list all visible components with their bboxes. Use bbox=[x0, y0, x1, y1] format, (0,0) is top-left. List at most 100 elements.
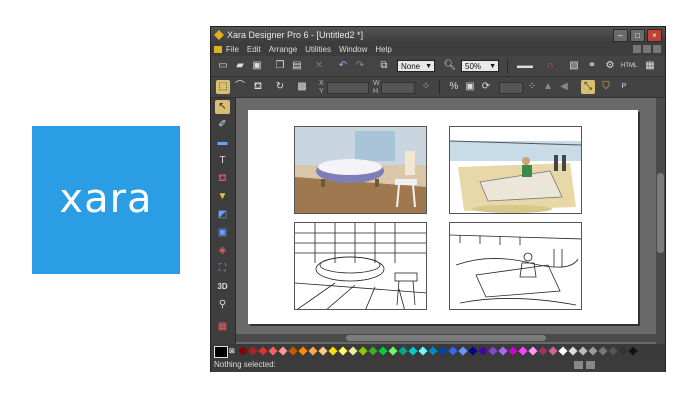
beach-color-image[interactable] bbox=[449, 126, 582, 214]
menu-edit[interactable]: Edit bbox=[246, 43, 262, 56]
zoom-dropdown[interactable]: 50% ▼ bbox=[461, 60, 499, 72]
link-icon[interactable]: ⚭ bbox=[585, 59, 599, 73]
new-document-icon[interactable]: ▭ bbox=[216, 59, 230, 73]
transform-icon[interactable]: ⤡ bbox=[581, 80, 595, 94]
rotation-icon[interactable]: ⟳ bbox=[479, 80, 493, 94]
position-field[interactable] bbox=[327, 82, 369, 94]
palette-swatch[interactable] bbox=[378, 346, 388, 356]
palette-swatch[interactable] bbox=[368, 346, 378, 356]
copy-icon[interactable]: ❐ bbox=[273, 59, 287, 73]
title-bar[interactable]: Xara Designer Pro 6 - [Untitled2 *] – □ … bbox=[211, 27, 665, 43]
document-page[interactable] bbox=[248, 110, 638, 324]
palette-swatch[interactable] bbox=[558, 346, 568, 356]
zoom-icon[interactable]: 🔍︎ bbox=[443, 59, 457, 73]
palette-swatch[interactable] bbox=[428, 346, 438, 356]
palette-swatch[interactable] bbox=[408, 346, 418, 356]
html-export-icon[interactable]: HTML bbox=[621, 59, 637, 73]
palette-swatch[interactable] bbox=[498, 346, 508, 356]
selector-tool-icon[interactable]: ↖ bbox=[215, 100, 230, 114]
palette-swatch[interactable] bbox=[548, 346, 558, 356]
menu-file[interactable]: File bbox=[225, 43, 240, 56]
shape-editor-tool-icon[interactable]: ✐ bbox=[215, 118, 230, 132]
doc-minimize-icon[interactable] bbox=[633, 45, 641, 53]
shadow-tool-icon[interactable]: ◩ bbox=[215, 208, 230, 222]
flip-horizontal-icon[interactable]: ◀ bbox=[557, 80, 571, 94]
palette-swatch[interactable] bbox=[618, 346, 628, 356]
select-mode-icon[interactable]: ⬚ bbox=[216, 80, 230, 94]
fill-tool-icon[interactable]: ⛾ bbox=[215, 172, 230, 186]
palette-swatch[interactable] bbox=[608, 346, 618, 356]
palette-swatch[interactable] bbox=[338, 346, 348, 356]
palette-swatch[interactable] bbox=[288, 346, 298, 356]
palette-swatch[interactable] bbox=[578, 346, 588, 356]
palette-swatch[interactable] bbox=[478, 346, 488, 356]
vertical-scrollbar[interactable] bbox=[656, 98, 665, 348]
vertical-scroll-thumb[interactable] bbox=[657, 173, 664, 253]
horizontal-scrollbar[interactable] bbox=[236, 334, 656, 342]
duplicate-icon[interactable]: ⧉ bbox=[377, 59, 391, 73]
palette-swatch[interactable] bbox=[258, 346, 268, 356]
palette-swatch[interactable] bbox=[328, 346, 338, 356]
palette-swatch[interactable] bbox=[278, 346, 288, 356]
palette-swatch[interactable] bbox=[388, 346, 398, 356]
horizontal-scroll-thumb[interactable] bbox=[346, 335, 546, 341]
palette-swatch[interactable] bbox=[448, 346, 458, 356]
palette-swatch[interactable] bbox=[298, 346, 308, 356]
beach-sketch-image[interactable] bbox=[449, 222, 582, 310]
tag-icon[interactable]: ⛉ bbox=[599, 80, 613, 94]
blend-tool-icon[interactable]: ◈ bbox=[215, 244, 230, 258]
3d-extrude-tool-icon[interactable]: 3D bbox=[215, 280, 230, 294]
page-status-icon[interactable] bbox=[586, 361, 595, 369]
palette-swatch[interactable] bbox=[458, 346, 468, 356]
minimize-button[interactable]: – bbox=[613, 29, 628, 42]
current-color-swatch[interactable] bbox=[214, 346, 228, 358]
spin-icon[interactable]: ⁘ bbox=[419, 80, 433, 94]
doc-restore-icon[interactable] bbox=[643, 45, 651, 53]
export-icon[interactable]: ▧ bbox=[567, 59, 581, 73]
palette-swatch[interactable] bbox=[318, 346, 328, 356]
text-tool-icon[interactable]: T bbox=[215, 154, 230, 168]
bathtub-sketch-image[interactable] bbox=[294, 222, 427, 310]
gallery-icon[interactable]: ▦ bbox=[643, 59, 657, 73]
snap-status-icon[interactable] bbox=[574, 361, 583, 369]
zoom-slider-icon[interactable]: ▬▬ bbox=[511, 59, 539, 73]
delete-icon[interactable]: ✕ bbox=[312, 59, 326, 73]
open-icon[interactable]: ▰ bbox=[233, 59, 247, 73]
menu-window[interactable]: Window bbox=[338, 43, 368, 56]
no-color-icon[interactable]: ⊠ bbox=[229, 347, 237, 355]
palette-swatch[interactable] bbox=[628, 346, 638, 356]
undo-icon[interactable]: ↶ bbox=[336, 59, 350, 73]
scale-percent-icon[interactable]: % bbox=[447, 80, 461, 94]
palette-swatch[interactable] bbox=[538, 346, 548, 356]
doc-close-icon[interactable] bbox=[653, 45, 661, 53]
palette-swatch[interactable] bbox=[518, 346, 528, 356]
zoom-tool-icon[interactable]: ⚲ bbox=[215, 298, 230, 312]
rotate-icon[interactable]: ↻ bbox=[273, 80, 287, 94]
live-effects-tool-icon[interactable]: ▦ bbox=[215, 320, 230, 334]
rectangle-tool-icon[interactable]: ▬ bbox=[215, 136, 230, 150]
palette-swatch[interactable] bbox=[348, 346, 358, 356]
palette-swatch[interactable] bbox=[418, 346, 428, 356]
save-icon[interactable]: ▣ bbox=[250, 59, 264, 73]
palette-swatch[interactable] bbox=[398, 346, 408, 356]
palette-swatch[interactable] bbox=[568, 346, 578, 356]
palette-swatch[interactable] bbox=[308, 346, 318, 356]
lock-aspect-icon[interactable]: ▣ bbox=[463, 80, 477, 94]
flip-vertical-icon[interactable]: ▲ bbox=[541, 80, 555, 94]
palette-swatch[interactable] bbox=[438, 346, 448, 356]
redo-icon[interactable]: ↷ bbox=[353, 59, 367, 73]
close-button[interactable]: × bbox=[647, 29, 662, 42]
paste-icon[interactable]: ▤ bbox=[290, 59, 304, 73]
palette-swatch[interactable] bbox=[468, 346, 478, 356]
palette-swatch[interactable] bbox=[358, 346, 368, 356]
options-icon[interactable]: ⚙ bbox=[603, 59, 617, 73]
palette-swatch[interactable] bbox=[488, 346, 498, 356]
quality-dropdown[interactable]: None ▼ bbox=[397, 60, 435, 72]
fill-bucket-icon[interactable]: ⛾ bbox=[251, 80, 265, 94]
menu-arrange[interactable]: Arrange bbox=[268, 43, 298, 56]
palette-swatch[interactable] bbox=[248, 346, 258, 356]
size-field[interactable] bbox=[381, 82, 415, 94]
bevel-tool-icon[interactable]: ▣ bbox=[215, 226, 230, 240]
mould-tool-icon[interactable]: ⛶ bbox=[215, 262, 230, 276]
rotation-field[interactable] bbox=[499, 82, 523, 94]
